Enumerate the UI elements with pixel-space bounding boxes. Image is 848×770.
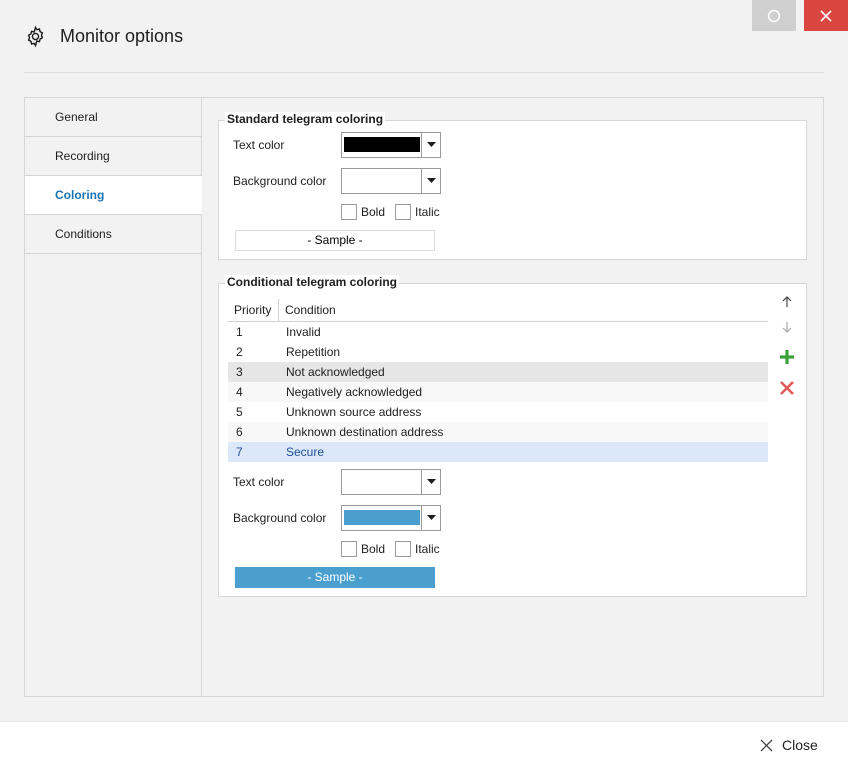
table-row[interactable]: 4 Negatively acknowledged — [228, 382, 768, 402]
standard-coloring-group: Standard telegram coloring Text color Ba… — [218, 112, 807, 260]
cond-sample-preview: - Sample - — [235, 567, 435, 588]
sidebar-item-general[interactable]: General — [25, 98, 201, 137]
condition-cell: Invalid — [286, 325, 321, 339]
condition-cell: Not acknowledged — [286, 365, 385, 379]
sidebar-item-recording[interactable]: Recording — [25, 137, 201, 176]
conditional-coloring-title: Conditional telegram coloring — [225, 275, 400, 289]
table-row[interactable]: 1 Invalid — [228, 322, 768, 342]
sidebar-nav: General Recording Coloring Conditions — [25, 98, 202, 696]
close-icon — [760, 739, 773, 751]
cond-background-color-label: Background color — [233, 511, 327, 525]
options-panel: General Recording Coloring Conditions St… — [24, 97, 824, 697]
close-button-label: Close — [782, 737, 818, 753]
arrow-up-icon — [782, 296, 792, 307]
delete-condition-button[interactable] — [777, 378, 797, 398]
column-header-priority[interactable]: Priority — [228, 299, 279, 321]
delete-icon — [780, 381, 794, 395]
std-background-color-dropdown[interactable] — [341, 168, 441, 194]
close-icon — [820, 9, 832, 22]
conditions-table: Priority Condition 1 Invalid 2 Repetitio… — [228, 299, 768, 462]
std-text-color-dropdown[interactable] — [341, 132, 441, 158]
chevron-down-icon[interactable] — [421, 470, 440, 494]
table-row-selected[interactable]: 7 Secure — [228, 442, 768, 462]
restore-button[interactable] — [752, 0, 796, 31]
std-bold-checkbox[interactable] — [341, 204, 357, 220]
conditional-coloring-group: Conditional telegram coloring Priority C… — [218, 275, 807, 597]
priority-cell: 3 — [236, 365, 243, 379]
std-italic-label: Italic — [415, 205, 440, 219]
priority-cell: 4 — [236, 385, 243, 399]
cond-text-color-label: Text color — [233, 475, 285, 489]
move-down-button[interactable] — [777, 317, 797, 337]
std-bold-label: Bold — [361, 205, 386, 219]
cond-bold-checkbox[interactable] — [341, 541, 357, 557]
condition-cell: Unknown source address — [286, 405, 422, 419]
priority-cell: 1 — [236, 325, 243, 339]
priority-cell: 6 — [236, 425, 243, 439]
condition-cell: Unknown destination address — [286, 425, 444, 439]
color-swatch — [344, 474, 420, 489]
move-up-button[interactable] — [777, 292, 797, 312]
table-row[interactable]: 2 Repetition — [228, 342, 768, 362]
window-close-button[interactable] — [804, 0, 848, 31]
close-button[interactable]: Close — [760, 737, 818, 753]
cond-italic-checkbox[interactable] — [395, 541, 411, 557]
column-header-condition[interactable]: Condition — [279, 299, 336, 321]
std-sample-preview: - Sample - — [235, 230, 435, 251]
arrow-down-icon — [782, 322, 792, 333]
chevron-down-icon[interactable] — [421, 133, 440, 157]
standard-coloring-title: Standard telegram coloring — [225, 112, 386, 126]
condition-cell: Repetition — [286, 345, 341, 359]
add-condition-button[interactable] — [777, 347, 797, 367]
priority-cell: 2 — [236, 345, 243, 359]
priority-cell: 7 — [236, 445, 243, 459]
window-title: Monitor options — [60, 26, 184, 46]
color-swatch — [344, 510, 420, 525]
color-swatch — [344, 173, 420, 188]
add-icon — [780, 350, 794, 364]
table-header: Priority Condition — [228, 299, 768, 322]
priority-cell: 5 — [236, 405, 243, 419]
footer-bar: Close — [0, 721, 848, 770]
title-bar: Monitor options — [0, 0, 848, 72]
std-background-color-label: Background color — [233, 174, 327, 188]
cond-text-color-dropdown[interactable] — [341, 469, 441, 495]
std-text-color-label: Text color — [233, 138, 285, 152]
condition-cell: Secure — [286, 445, 325, 459]
cond-italic-label: Italic — [415, 542, 440, 556]
chevron-down-icon[interactable] — [421, 169, 440, 193]
table-row[interactable]: 5 Unknown source address — [228, 402, 768, 422]
cond-background-color-dropdown[interactable] — [341, 505, 441, 531]
cond-bold-label: Bold — [361, 542, 386, 556]
title-separator — [24, 72, 824, 73]
std-italic-checkbox[interactable] — [395, 204, 411, 220]
color-swatch — [344, 137, 420, 152]
gear-icon — [27, 25, 44, 48]
condition-cell: Negatively acknowledged — [286, 385, 423, 399]
sidebar-item-coloring[interactable]: Coloring — [25, 176, 202, 215]
chevron-down-icon[interactable] — [421, 506, 440, 530]
table-row[interactable]: 6 Unknown destination address — [228, 422, 768, 442]
circle-icon — [767, 9, 781, 22]
sidebar-item-conditions[interactable]: Conditions — [25, 215, 201, 254]
table-row[interactable]: 3 Not acknowledged — [228, 362, 768, 382]
